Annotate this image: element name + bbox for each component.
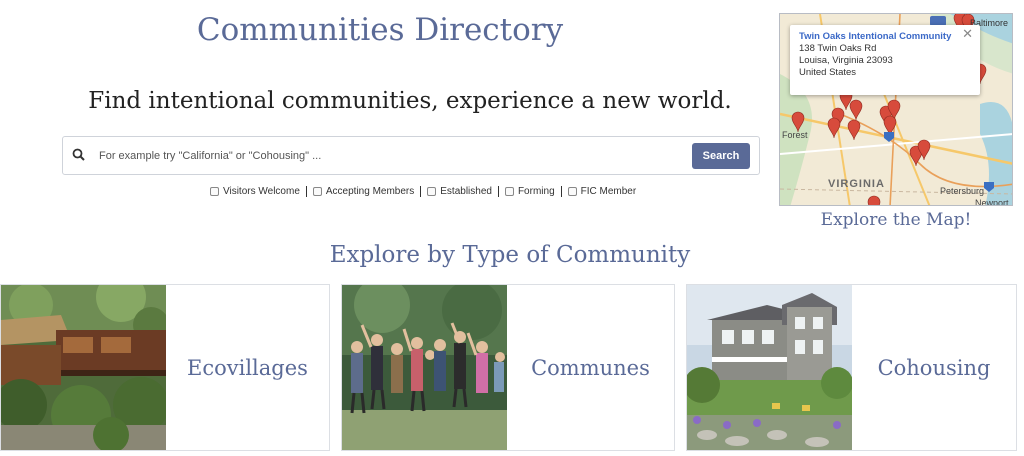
search-input[interactable]	[99, 143, 659, 169]
map-label-petersburg: Petersburg	[940, 186, 985, 196]
card-ecovillages[interactable]: Ecovillages	[0, 284, 330, 451]
popup-address-line: Louisa, Virginia 23093	[799, 55, 893, 66]
communes-photo	[342, 285, 507, 450]
close-icon[interactable]: ✕	[962, 27, 973, 40]
checkbox[interactable]	[312, 186, 322, 196]
card-communes[interactable]: Communes	[341, 284, 675, 451]
popup-address-line: United States	[799, 67, 857, 78]
search-bar: Search	[62, 136, 760, 175]
map-label-forest: Forest	[782, 130, 808, 140]
checkbox[interactable]	[504, 186, 514, 196]
filter-established[interactable]: Established	[420, 185, 498, 197]
cohousing-photo	[687, 285, 852, 450]
page-title: Communities Directory	[196, 12, 564, 48]
checkbox[interactable]	[210, 186, 219, 196]
ecovillages-photo	[1, 285, 166, 450]
filter-visitors-welcome[interactable]: Visitors Welcome	[204, 186, 306, 197]
filter-label: Accepting Members	[325, 185, 415, 197]
card-label: Cohousing	[877, 355, 991, 380]
section-heading: Explore by Type of Community	[329, 242, 691, 268]
filter-label: FIC Member	[580, 185, 637, 197]
checkbox[interactable]	[427, 186, 437, 196]
popup-title-link[interactable]: Twin Oaks Intentional Community	[799, 31, 971, 43]
checkbox[interactable]	[567, 186, 577, 196]
filter-label: Forming	[517, 185, 555, 197]
explore-map-link[interactable]: Explore the Map!	[779, 210, 1013, 230]
filter-label: Established	[440, 185, 492, 197]
filter-checkboxes: Visitors Welcome Accepting Members Estab…	[204, 182, 642, 200]
popup-address-line: 138 Twin Oaks Rd	[799, 43, 877, 54]
filter-forming[interactable]: Forming	[497, 185, 561, 197]
map-info-popup: Twin Oaks Intentional Community 138 Twin…	[790, 25, 980, 95]
map-label-newport: Newport N	[975, 198, 1009, 206]
filter-fic-member[interactable]: FIC Member	[560, 185, 643, 197]
card-cohousing[interactable]: Cohousing	[686, 284, 1017, 451]
communities-map[interactable]: VIRGINIA Petersburg Baltimore Forest New…	[779, 13, 1013, 206]
tagline: Find intentional communities, experience…	[88, 88, 732, 114]
filter-label: Visitors Welcome	[223, 185, 300, 197]
search-icon[interactable]	[71, 147, 87, 163]
card-label: Communes	[531, 355, 650, 380]
map-label-state: VIRGINIA	[828, 178, 885, 190]
filter-accepting-members[interactable]: Accepting Members	[305, 185, 420, 197]
search-button[interactable]: Search	[692, 143, 750, 169]
card-label: Ecovillages	[187, 355, 308, 380]
